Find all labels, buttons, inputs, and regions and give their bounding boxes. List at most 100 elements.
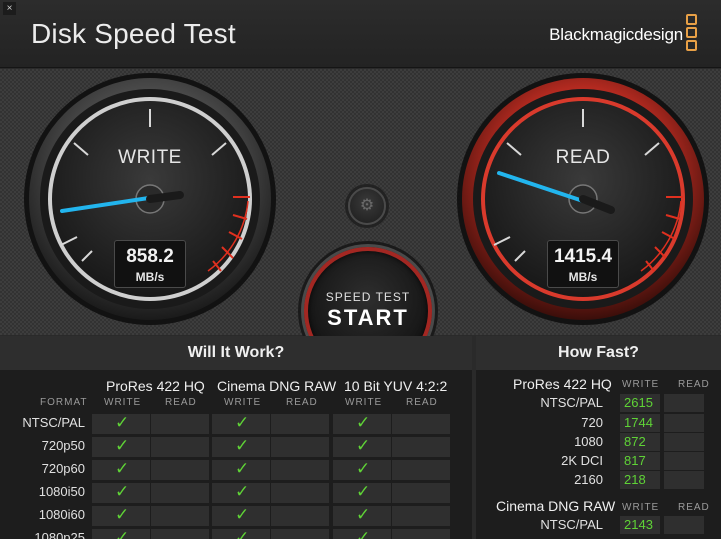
result-cell xyxy=(271,529,329,539)
read-column-label: READ xyxy=(678,502,710,513)
result-cell xyxy=(664,394,704,412)
frame-rate-value: 817 xyxy=(624,453,646,468)
result-cell xyxy=(271,414,329,434)
gauge-area: WRITE 858.2 MB/s ⚙ SPEED TEST START READ… xyxy=(0,69,721,375)
brand-name: Blackmagicdesign xyxy=(549,25,683,44)
row-label: 720p60 xyxy=(41,461,85,476)
row-label: NTSC/PAL xyxy=(22,415,85,430)
format-header-prores: ProRes 422 HQ xyxy=(106,378,205,394)
result-cell xyxy=(151,483,209,503)
will-it-work-panel: Will It Work? ProRes 422 HQ Cinema DNG R… xyxy=(0,336,472,539)
row-label: 1080i50 xyxy=(38,484,85,499)
close-icon[interactable]: × xyxy=(3,2,16,15)
checkmark-icon: ✓ xyxy=(356,528,371,539)
read-speed-unit: MB/s xyxy=(568,270,598,284)
checkmark-icon: ✓ xyxy=(115,413,130,432)
result-cell xyxy=(151,506,209,526)
settings-button[interactable]: ⚙ xyxy=(348,187,386,225)
checkmark-icon: ✓ xyxy=(356,482,371,501)
row-label: 1080i60 xyxy=(38,507,85,522)
how-fast-row-label: 2160 xyxy=(574,472,603,487)
format-header-yuv: 10 Bit YUV 4:2:2 xyxy=(344,378,448,394)
format-column-label: FORMAT xyxy=(40,397,88,408)
result-cell xyxy=(271,506,329,526)
write-gauge: WRITE 858.2 MB/s xyxy=(22,69,278,331)
frame-rate-value: 2143 xyxy=(624,517,653,532)
result-cell xyxy=(392,460,450,480)
read-column-label: READ xyxy=(406,397,438,408)
how-fast-panel: How Fast? ProRes 422 HQ WRITE READ NTSC/… xyxy=(476,336,721,539)
will-it-work-title: Will It Work? xyxy=(0,336,472,370)
checkmark-icon: ✓ xyxy=(356,413,371,432)
result-cell xyxy=(151,529,209,539)
write-column-label: WRITE xyxy=(224,397,262,408)
result-cell xyxy=(392,506,450,526)
checkmark-icon: ✓ xyxy=(235,482,250,501)
title-bar: × Disk Speed Test Blackmagicdesign xyxy=(0,0,721,68)
frame-rate-value: 218 xyxy=(624,472,646,487)
checkmark-icon: ✓ xyxy=(356,436,371,455)
start-button-caption: SPEED TEST xyxy=(325,290,411,304)
checkmark-icon: ✓ xyxy=(356,459,371,478)
how-fast-section-cinema-dng: Cinema DNG RAW xyxy=(496,498,616,514)
result-cell xyxy=(271,460,329,480)
checkmark-icon: ✓ xyxy=(356,505,371,524)
read-column-label: READ xyxy=(165,397,197,408)
checkmark-icon: ✓ xyxy=(115,528,130,539)
write-column-label: WRITE xyxy=(622,379,660,390)
how-fast-row-label: 720 xyxy=(581,415,603,430)
read-column-label: READ xyxy=(286,397,318,408)
write-speed-value: 858.2 xyxy=(126,246,174,267)
how-fast-row-label: NTSC/PAL xyxy=(540,395,603,410)
result-cell xyxy=(664,452,704,470)
result-cell xyxy=(392,483,450,503)
gear-icon: ⚙ xyxy=(359,197,375,214)
read-speed-value: 1415.4 xyxy=(553,246,613,267)
checkmark-icon: ✓ xyxy=(235,413,250,432)
result-cell xyxy=(151,414,209,434)
result-cell xyxy=(664,471,704,489)
result-cell xyxy=(271,483,329,503)
how-fast-row-label: 2K DCI xyxy=(561,453,603,468)
how-fast-title: How Fast? xyxy=(476,336,721,370)
checkmark-icon: ✓ xyxy=(115,459,130,478)
format-header-cinema-dng: Cinema DNG RAW xyxy=(217,378,337,394)
row-label: 1080p25 xyxy=(34,530,85,539)
result-cell xyxy=(271,437,329,457)
result-cell xyxy=(664,516,704,534)
app-title: Disk Speed Test xyxy=(31,18,236,49)
read-readout: 1415.4 MB/s xyxy=(547,240,619,288)
checkmark-icon: ✓ xyxy=(115,505,130,524)
checkmark-icon: ✓ xyxy=(235,436,250,455)
result-cell xyxy=(392,529,450,539)
result-cell xyxy=(392,437,450,457)
frame-rate-value: 872 xyxy=(624,434,646,449)
frame-rate-value: 2615 xyxy=(624,395,653,410)
result-cell xyxy=(392,414,450,434)
write-column-label: WRITE xyxy=(345,397,383,408)
checkmark-icon: ✓ xyxy=(235,528,250,539)
how-fast-row-label: 1080 xyxy=(574,434,603,449)
read-gauge-label: READ xyxy=(555,147,611,168)
result-cell xyxy=(664,433,704,451)
write-column-label: WRITE xyxy=(104,397,142,408)
checkmark-icon: ✓ xyxy=(115,482,130,501)
brand-logo-icon xyxy=(686,14,697,53)
frame-rate-value: 1744 xyxy=(624,415,653,430)
row-label: 720p50 xyxy=(41,438,85,453)
read-column-label: READ xyxy=(678,379,710,390)
result-cell xyxy=(151,460,209,480)
write-speed-unit: MB/s xyxy=(135,270,165,284)
write-readout: 858.2 MB/s xyxy=(114,240,186,288)
how-fast-section-prores: ProRes 422 HQ xyxy=(513,376,612,392)
write-column-label: WRITE xyxy=(622,502,660,513)
start-button-label: START xyxy=(327,305,409,330)
checkmark-icon: ✓ xyxy=(235,459,250,478)
result-cell xyxy=(664,414,704,432)
how-fast-row-label: NTSC/PAL xyxy=(540,517,603,532)
result-cell xyxy=(151,437,209,457)
write-gauge-label: WRITE xyxy=(118,147,182,168)
read-gauge: READ 1415.4 MB/s xyxy=(455,69,711,331)
checkmark-icon: ✓ xyxy=(115,436,130,455)
checkmark-icon: ✓ xyxy=(235,505,250,524)
